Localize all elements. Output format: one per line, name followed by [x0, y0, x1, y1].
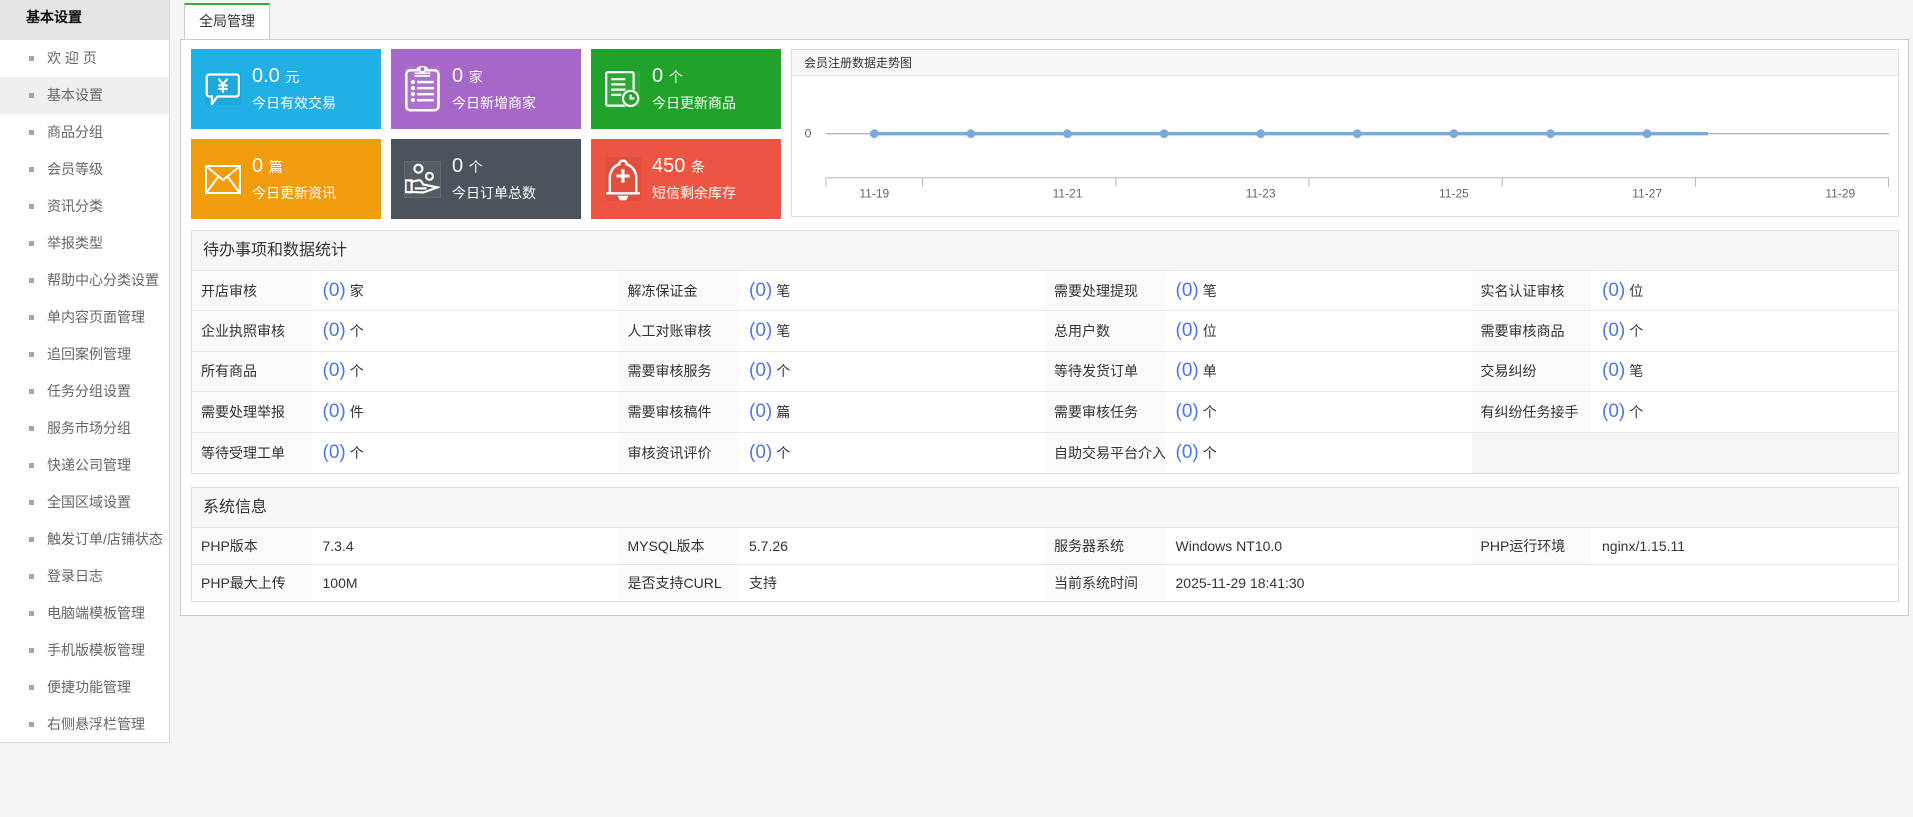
svg-text:0: 0 — [805, 127, 812, 141]
svg-text:11-25: 11-25 — [1439, 187, 1469, 201]
svg-text:11-29: 11-29 — [1825, 187, 1855, 201]
svg-text:11-19: 11-19 — [859, 187, 889, 201]
svg-text:11-21: 11-21 — [1053, 187, 1083, 201]
svg-text:11-27: 11-27 — [1632, 187, 1662, 201]
svg-text:11-23: 11-23 — [1246, 187, 1276, 201]
